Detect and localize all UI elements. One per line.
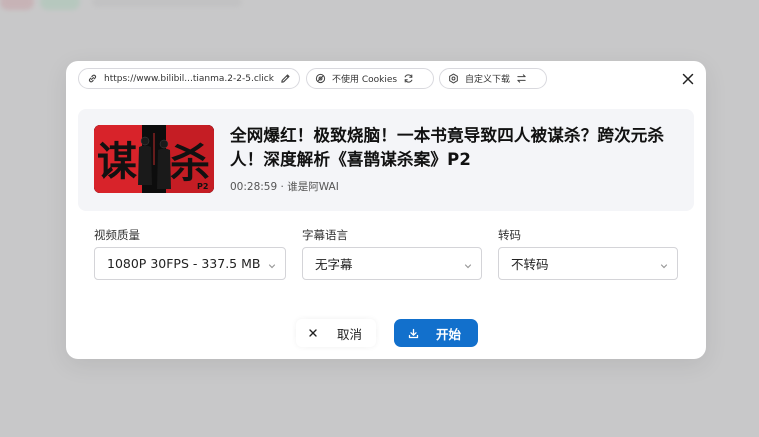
url-chip[interactable]: https://www.bilibil...tianma.2-2-5.click — [78, 68, 300, 89]
quality-value: 1080P 30FPS - 337.5 MB — [107, 256, 261, 271]
cancel-label: 取消 — [337, 326, 363, 342]
gear-icon — [448, 73, 459, 84]
download-dialog: https://www.bilibil...tianma.2-2-5.click… — [66, 61, 706, 359]
chevron-down-icon — [659, 259, 669, 269]
video-thumbnail: 谋 杀 P2 — [94, 125, 214, 193]
background-blur-shape — [92, 0, 242, 7]
video-uploader: 谁是阿WAI — [287, 181, 339, 193]
transcode-label: 转码 — [498, 228, 521, 242]
cookies-label: 不使用 Cookies — [332, 75, 398, 85]
chevron-down-icon — [267, 259, 277, 269]
swap-icon[interactable] — [516, 73, 527, 84]
cookie-icon — [315, 73, 326, 84]
subtitle-label: 字幕语言 — [302, 228, 348, 242]
custom-download-label: 自定义下载 — [465, 75, 511, 85]
cookies-chip[interactable]: 不使用 Cookies — [306, 68, 434, 89]
video-info-card: 谋 杀 P2 全网爆红！极致烧脑！一本书竟导致四人被谋杀？跨次元杀人！深度解析《… — [78, 109, 694, 211]
background-blur-shape — [40, 0, 80, 10]
transcode-value: 不转码 — [511, 257, 549, 272]
start-button[interactable]: 开始 — [394, 319, 478, 347]
link-icon — [87, 73, 98, 84]
subtitle-value: 无字幕 — [315, 257, 353, 272]
thumbnail-char-left: 谋 — [97, 139, 137, 185]
video-duration: 00:28:59 — [230, 181, 278, 193]
pencil-icon[interactable] — [280, 73, 291, 84]
thumbnail-char-right: 杀 — [170, 141, 210, 187]
subtitle-select[interactable]: 无字幕 — [302, 247, 482, 280]
custom-download-chip[interactable]: 自定义下载 — [439, 68, 547, 89]
video-title: 全网爆红！极致烧脑！一本书竟导致四人被谋杀？跨次元杀人！深度解析《喜鹊谋杀案》P… — [230, 126, 665, 169]
video-meta: 00:28:59 · 谁是阿WAI — [230, 179, 339, 194]
meta-separator: · — [280, 181, 284, 193]
quality-label: 视频质量 — [94, 228, 140, 242]
refresh-icon[interactable] — [403, 73, 414, 84]
thumbnail-badge: P2 — [197, 182, 208, 191]
quality-select[interactable]: 1080P 30FPS - 337.5 MB — [94, 247, 286, 280]
start-label: 开始 — [436, 326, 462, 342]
transcode-select[interactable]: 不转码 — [498, 247, 678, 280]
background-blur-shape — [0, 0, 34, 10]
cancel-button[interactable]: 取消 — [296, 319, 376, 347]
url-text: https://www.bilibil...tianma.2-2-5.click — [104, 73, 274, 84]
x-icon — [308, 328, 318, 338]
download-icon — [408, 328, 419, 339]
close-icon[interactable] — [680, 71, 696, 87]
chevron-down-icon — [463, 259, 473, 269]
